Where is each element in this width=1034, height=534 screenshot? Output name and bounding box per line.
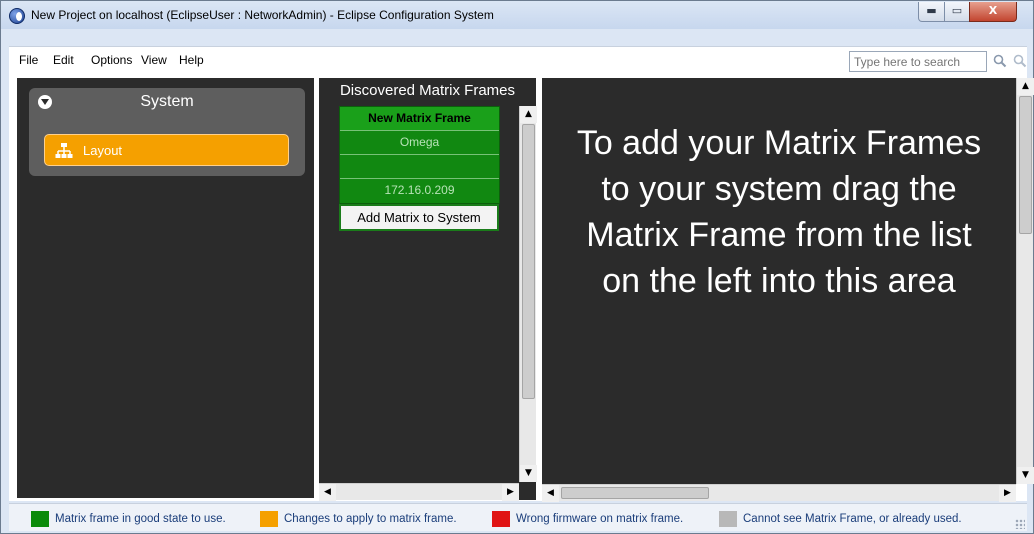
scroll-right-icon[interactable]: ▶	[502, 484, 519, 501]
discovered-frames-title: Discovered Matrix Frames	[339, 82, 516, 99]
menu-options[interactable]: Options	[91, 53, 132, 67]
scroll-left-icon[interactable]: ◀	[542, 485, 559, 502]
window-title: New Project on localhost (EclipseUser : …	[31, 8, 494, 22]
menu-bar: File Edit Options View Help	[9, 46, 1027, 75]
legend-wrong-firmware: Wrong firmware on matrix frame.	[492, 511, 683, 527]
menu-help[interactable]: Help	[179, 53, 204, 67]
frames-horizontal-scrollbar[interactable]: ◀ ▶	[319, 483, 519, 501]
legend-label: Cannot see Matrix Frame, or already used…	[743, 513, 962, 525]
discovered-frames-panel: Discovered Matrix Frames New Matrix Fram…	[319, 78, 537, 501]
app-window: New Project on localhost (EclipseUser : …	[0, 0, 1034, 534]
scroll-right-icon[interactable]: ▶	[999, 485, 1016, 502]
legend-label: Matrix frame in good state to use.	[55, 513, 226, 525]
frame-name: New Matrix Frame	[340, 107, 499, 131]
add-matrix-button[interactable]: Add Matrix to System	[339, 204, 499, 231]
legend-unavailable: Cannot see Matrix Frame, or already used…	[719, 511, 962, 527]
resize-grip-icon[interactable]	[1015, 519, 1025, 529]
scroll-down-icon[interactable]: ▼	[1017, 467, 1034, 484]
scroll-up-icon[interactable]: ▲	[520, 106, 537, 123]
drop-instructions: To add your Matrix Frames to your system…	[576, 124, 982, 300]
search-input[interactable]	[849, 51, 987, 72]
legend-label: Changes to apply to matrix frame.	[284, 513, 457, 525]
matrix-frame-card[interactable]: New Matrix Frame Omega 172.16.0.209	[339, 106, 500, 204]
frame-type: Omega	[340, 131, 499, 155]
maximize-button[interactable]: ▭	[944, 2, 970, 22]
system-section: System Layout	[29, 88, 305, 176]
grey-swatch	[719, 511, 737, 527]
status-legend-bar: Matrix frame in good state to use. Chang…	[9, 503, 1027, 531]
layout-network-icon	[55, 143, 73, 158]
legend-label: Wrong firmware on matrix frame.	[516, 513, 684, 525]
search-options-icon[interactable]	[1013, 54, 1027, 68]
scroll-thumb[interactable]	[1019, 96, 1032, 234]
title-bar: New Project on localhost (EclipseUser : …	[1, 1, 1033, 29]
search-icon[interactable]	[993, 54, 1007, 68]
frame-extra	[340, 155, 499, 179]
orange-swatch	[260, 511, 278, 527]
menu-file[interactable]: File	[19, 53, 38, 67]
sidebar-item-layout[interactable]: Layout	[44, 134, 289, 166]
green-swatch	[31, 511, 49, 527]
red-swatch	[492, 511, 510, 527]
app-icon	[9, 8, 25, 24]
layout-drop-area[interactable]: To add your Matrix Frames to your system…	[542, 78, 1016, 484]
system-sidebar: System Layout	[17, 78, 314, 498]
frames-vertical-scrollbar[interactable]: ▲ ▼	[519, 106, 537, 482]
scroll-down-icon[interactable]: ▼	[520, 465, 537, 482]
system-section-title: System	[140, 93, 194, 110]
scroll-up-icon[interactable]: ▲	[1017, 78, 1034, 95]
legend-changes: Changes to apply to matrix frame.	[260, 511, 457, 527]
legend-good: Matrix frame in good state to use.	[31, 511, 226, 527]
menu-edit[interactable]: Edit	[53, 53, 74, 67]
scroll-thumb[interactable]	[561, 487, 709, 499]
scroll-thumb[interactable]	[522, 124, 535, 399]
minimize-button[interactable]: ▬	[918, 2, 945, 22]
layout-horizontal-scrollbar[interactable]: ◀ ▶	[542, 484, 1016, 502]
layout-vertical-scrollbar[interactable]: ▲ ▼	[1016, 78, 1034, 484]
menu-view[interactable]: View	[141, 53, 167, 67]
sidebar-item-label: Layout	[83, 143, 123, 158]
close-button[interactable]: X	[969, 2, 1017, 22]
frame-ip: 172.16.0.209	[384, 183, 455, 197]
scroll-left-icon[interactable]: ◀	[319, 484, 336, 501]
